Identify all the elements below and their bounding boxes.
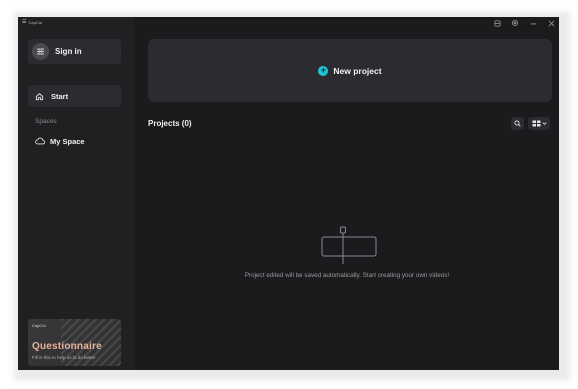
sidebar: ☰ CapCut Sign in Start Spaces My Space C… [18,17,135,370]
view-mode-button[interactable] [528,117,550,130]
banner-title: Questionnaire [32,341,102,352]
main-panel: + New project Projects (0) Project edite… [135,17,559,370]
sign-in-label: Sign in [55,47,82,56]
new-project-label: New project [333,65,382,76]
minimize-icon [530,23,536,24]
app-logo: ☰ CapCut [22,19,43,26]
close-button[interactable] [546,18,556,28]
minimize-button[interactable] [528,18,538,28]
banner-brand: CapCut [32,323,46,328]
empty-state-message: Project edited will be saved automatical… [244,272,450,279]
gear-icon [511,19,519,27]
search-icon [514,120,521,127]
search-button[interactable] [511,117,524,130]
cloud-icon [35,137,45,145]
sidebar-item-label: My Space [50,136,85,146]
spaces-heading: Spaces [35,118,57,125]
home-icon [35,92,44,100]
app-window: ☰ CapCut Sign in Start Spaces My Space C… [18,17,559,370]
layout-button[interactable] [492,18,502,28]
sidebar-item-my-space[interactable]: My Space [28,132,121,150]
app-logo-text: CapCut [28,20,43,25]
questionnaire-banner[interactable]: CapCut Questionnaire Fill in this to hel… [28,319,121,366]
settings-button[interactable] [510,18,520,28]
sidebar-item-label: Start [51,91,69,101]
avatar [32,43,49,60]
grid-view-icon [532,120,540,127]
chevron-down-icon [542,122,546,125]
close-icon [548,20,554,26]
sign-in-button[interactable]: Sign in [28,39,121,64]
window-controls [492,17,559,29]
empty-state-icon [321,226,377,264]
capcut-logo-icon: ☰ [22,19,27,25]
sidebar-item-start[interactable]: Start [28,85,121,107]
capcut-avatar-icon [37,48,44,55]
layout-icon [493,19,501,27]
new-project-button[interactable]: + New project [148,39,552,102]
banner-subtitle: Fill in this to help us to do better [32,355,96,360]
plus-icon: + [318,65,329,76]
projects-heading: Projects (0) [148,119,192,128]
